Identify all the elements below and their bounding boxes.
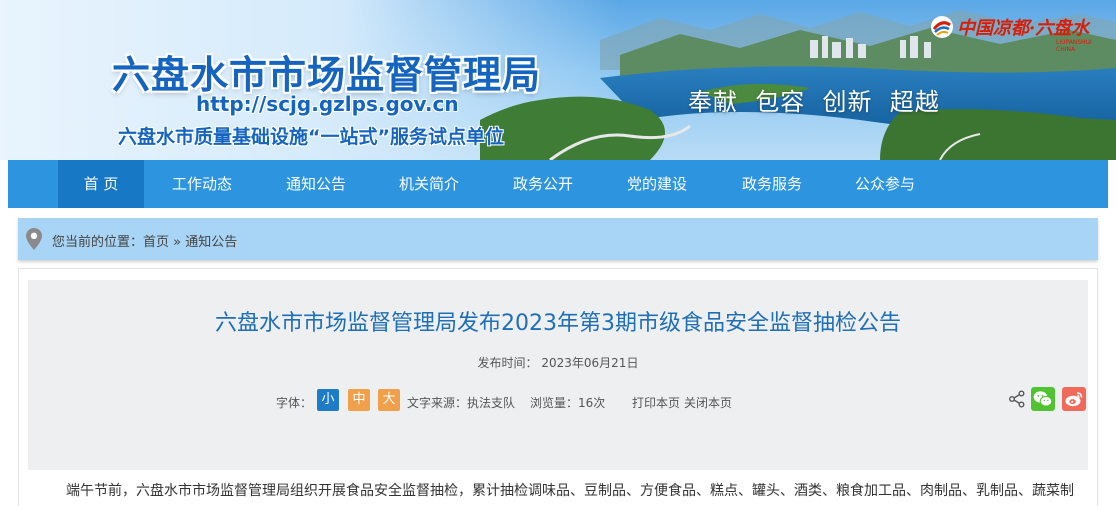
nav-item-gov-services[interactable]: 政务服务: [724, 160, 820, 208]
font-size-medium-button[interactable]: 中: [348, 389, 370, 411]
site-url: http://scjg.gzlps.gov.cn: [196, 92, 459, 116]
site-subtitle: 六盘水市质量基础设施“一站式”服务试点单位: [118, 126, 504, 148]
print-page-link[interactable]: 打印本页: [632, 394, 680, 411]
nav-item-work-news[interactable]: 工作动态: [154, 160, 250, 208]
share-icon[interactable]: [1008, 390, 1026, 408]
breadcrumb-separator: »: [173, 235, 182, 250]
city-brand-logo: 中国凉都·六盘水 LIUPANSHUI CHINA: [930, 14, 1092, 53]
city-logo-icon: [931, 16, 953, 38]
map-pin-icon: [26, 228, 42, 250]
breadcrumb-home-link[interactable]: 首页: [143, 235, 169, 250]
breadcrumb-text: 您当前的位置：首页 » 通知公告: [52, 231, 237, 250]
nav-item-home[interactable]: 首 页: [58, 160, 144, 208]
breadcrumb-prefix: 您当前的位置：: [52, 235, 144, 250]
main-nav: 首 页 工作动态 通知公告 机关简介 政务公开 党的建设 政务服务 公众参与: [8, 160, 1108, 208]
wechat-share-button[interactable]: [1031, 387, 1055, 411]
nav-item-notices[interactable]: 通知公告: [268, 160, 364, 208]
font-size-large-button[interactable]: 大: [378, 389, 400, 411]
wechat-icon: [1033, 391, 1053, 407]
weibo-share-button[interactable]: [1062, 387, 1086, 411]
banner-slogan: 奉献 包容 创新 超越: [688, 88, 940, 116]
city-brand-text: 中国凉都·六盘水: [957, 18, 1090, 39]
breadcrumb-current-link[interactable]: 通知公告: [185, 235, 237, 250]
header-banner: 六盘水市市场监督管理局 http://scjg.gzlps.gov.cn 六盘水…: [0, 0, 1116, 160]
nav-item-about[interactable]: 机关简介: [381, 160, 477, 208]
article-body-paragraph: 端午节前，六盘水市市场监督管理局组织开展食品安全监督抽检，累计抽检调味品、豆制品…: [66, 483, 1074, 499]
close-page-link[interactable]: 关闭本页: [684, 394, 732, 411]
city-brand-english: LIUPANSHUI CHINA: [1056, 39, 1092, 53]
nav-item-gov-affairs[interactable]: 政务公开: [495, 160, 591, 208]
article-title: 六盘水市市场监督管理局发布2023年第3期市级食品安全监督抽检公告: [215, 311, 901, 336]
nav-item-public-participation[interactable]: 公众参与: [837, 160, 933, 208]
weibo-icon: [1065, 392, 1083, 407]
article-source: 文字来源：执法支队: [407, 396, 516, 410]
font-size-small-button[interactable]: 小: [317, 389, 339, 411]
view-count: 浏览量：16次: [530, 396, 606, 410]
site-title: 六盘水市市场监督管理局: [112, 53, 542, 97]
nav-item-party-building[interactable]: 党的建设: [609, 160, 705, 208]
breadcrumb: 您当前的位置：首页 » 通知公告: [18, 218, 1098, 260]
font-size-label: 字体：: [276, 396, 313, 410]
publish-time: 发布时间： 2023年06月21日: [477, 356, 639, 370]
